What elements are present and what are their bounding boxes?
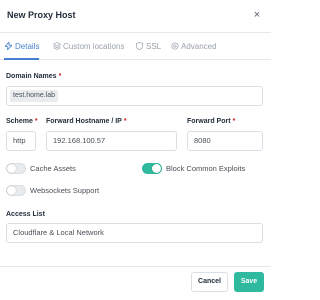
layers-icon xyxy=(52,33,61,60)
access-list-label: Access List xyxy=(6,211,45,218)
toggle-knob xyxy=(7,186,16,195)
forward-port-input[interactable]: 8080 xyxy=(187,131,263,151)
forward-host-label: Forward Hostname / IP * xyxy=(46,118,127,125)
required-marker: * xyxy=(123,118,127,125)
gear-icon xyxy=(170,33,179,60)
modal-title: New Proxy Host xyxy=(7,10,76,20)
forward-host-label-text: Forward Hostname / IP xyxy=(46,118,122,125)
tab-advanced[interactable]: Advanced xyxy=(170,33,217,60)
close-icon[interactable]: × xyxy=(251,9,263,21)
domain-names-label: Domain Names * xyxy=(6,73,61,80)
save-button[interactable]: Save xyxy=(234,272,264,292)
tab-label: Details xyxy=(15,42,40,51)
required-marker: * xyxy=(58,73,62,80)
tab-custom-locations[interactable]: Custom locations xyxy=(52,33,124,60)
block-exploits-label: Block Common Exploits xyxy=(166,164,246,173)
forward-host-input[interactable]: 192.168.100.57 xyxy=(46,131,177,151)
tab-label: SSL xyxy=(146,42,162,51)
tab-label: Advanced xyxy=(181,42,217,51)
shield-icon xyxy=(135,33,144,60)
cache-assets-toggle[interactable] xyxy=(6,163,26,174)
required-marker: * xyxy=(34,118,38,125)
scheme-label-text: Scheme xyxy=(6,118,33,125)
cancel-button[interactable]: Cancel xyxy=(191,272,228,292)
websockets-label: Websockets Support xyxy=(30,186,100,195)
bolt-icon xyxy=(4,33,13,60)
modal-header: New Proxy Host × xyxy=(0,0,271,33)
cache-assets-label: Cache Assets xyxy=(30,164,76,173)
domain-tag[interactable]: test.home.lab xyxy=(10,90,59,102)
scheme-label: Scheme * xyxy=(6,118,38,125)
domain-names-input[interactable]: test.home.lab xyxy=(6,86,263,106)
tab-details[interactable]: Details xyxy=(4,33,40,60)
tab-label: Custom locations xyxy=(63,42,125,51)
required-marker: * xyxy=(232,118,236,125)
scheme-input[interactable]: http xyxy=(6,131,36,151)
forward-port-label-text: Forward Port xyxy=(187,118,231,125)
toggle-knob xyxy=(7,164,16,173)
modal-footer xyxy=(0,266,271,300)
access-list-select[interactable]: Cloudflare & Local Network xyxy=(6,223,263,243)
toggle-knob xyxy=(152,164,161,173)
websockets-toggle[interactable] xyxy=(6,185,26,196)
domain-names-label-text: Domain Names xyxy=(6,73,57,80)
tab-bar: Details Custom locations SSL Advanced xyxy=(0,33,271,60)
forward-port-label: Forward Port * xyxy=(187,118,235,125)
tab-ssl[interactable]: SSL xyxy=(135,33,161,60)
block-exploits-toggle[interactable] xyxy=(142,163,162,174)
